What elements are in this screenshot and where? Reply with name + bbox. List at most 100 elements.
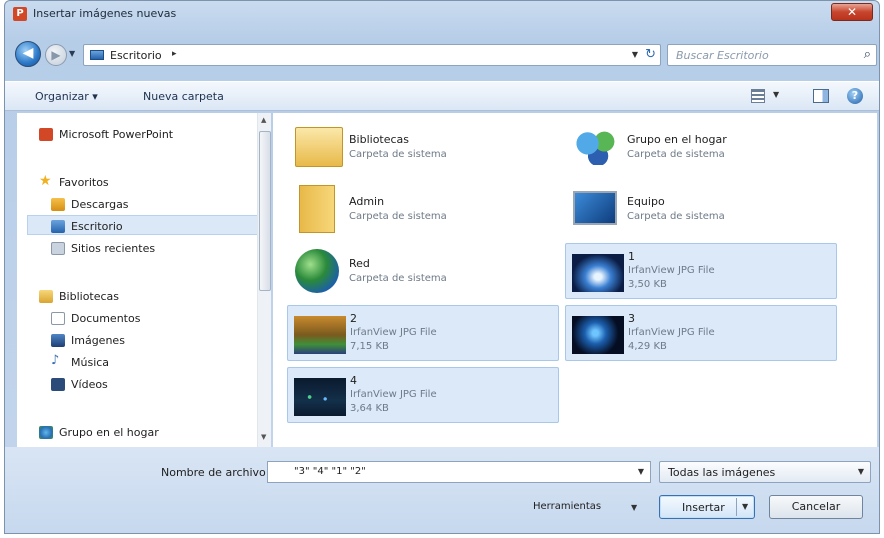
- search-placeholder: Buscar Escritorio: [676, 49, 769, 62]
- file-type: Carpeta de sistema: [627, 149, 725, 160]
- file-name: Red: [349, 257, 370, 270]
- file-type: Carpeta de sistema: [349, 273, 447, 284]
- powerpoint-app-icon: P: [13, 7, 27, 21]
- desktop-icon: [51, 220, 65, 233]
- file-type: Carpeta de sistema: [349, 149, 447, 160]
- dialog-title: Insertar imágenes nuevas: [33, 7, 177, 20]
- nav-item-label: Música: [71, 356, 110, 369]
- file-type: Carpeta de sistema: [627, 211, 725, 222]
- refresh-icon[interactable]: ↻: [645, 47, 656, 62]
- downloads-icon: [51, 198, 65, 211]
- file-type-filter-value: Todas las imágenes: [668, 466, 776, 479]
- navigation-row: ◀ ▶ ▼ Escritorio ▸ ▼ ↻ Buscar Escritorio…: [5, 39, 879, 69]
- nav-item-label: Favoritos: [59, 176, 109, 189]
- filename-label: Nombre de archivo:: [161, 466, 270, 479]
- help-icon[interactable]: ?: [847, 88, 863, 104]
- nav-item-label: Documentos: [71, 312, 141, 325]
- documents-icon: [51, 312, 65, 325]
- file-item-admin[interactable]: Admin Carpeta de sistema: [287, 181, 559, 237]
- star-icon: ★: [39, 173, 52, 189]
- scroll-up-arrow[interactable]: ▲: [261, 116, 266, 124]
- file-type: Carpeta de sistema: [349, 211, 447, 222]
- insert-options-dropdown[interactable]: ▼: [742, 502, 748, 511]
- change-view-icon[interactable]: [751, 89, 765, 103]
- filename-history-dropdown[interactable]: ▼: [638, 467, 644, 476]
- file-size: 3,64 KB: [350, 403, 389, 414]
- file-name: 3: [628, 312, 635, 325]
- tools-button[interactable]: Herramientas: [533, 501, 601, 512]
- file-size: 4,29 KB: [628, 341, 667, 352]
- cancel-button[interactable]: Cancelar: [769, 495, 863, 519]
- file-item-equipo[interactable]: Equipo Carpeta de sistema: [565, 181, 837, 237]
- split-divider: [736, 498, 737, 516]
- file-item-1[interactable]: 1 IrfanView JPG File 3,50 KB: [565, 243, 837, 299]
- file-item-2[interactable]: 2 IrfanView JPG File 7,15 KB: [287, 305, 559, 361]
- recent-pages-dropdown[interactable]: ▼: [69, 49, 75, 58]
- views-dropdown[interactable]: ▼: [773, 90, 779, 99]
- preview-pane-icon[interactable]: [813, 89, 829, 103]
- nav-item-label: Bibliotecas: [59, 290, 120, 303]
- nav-item-label: Escritorio: [71, 220, 123, 233]
- image-thumbnail: [572, 254, 624, 292]
- nav-item-label: Microsoft PowerPoint: [59, 128, 174, 141]
- file-item-4[interactable]: 4 IrfanView JPG File 3,64 KB: [287, 367, 559, 423]
- scroll-thumb[interactable]: [259, 131, 271, 291]
- pictures-icon: [51, 334, 65, 347]
- filename-input[interactable]: "3" "4" "1" "2" ▼: [267, 461, 651, 483]
- insert-button-label: Insertar: [682, 501, 725, 514]
- network-icon: [295, 249, 339, 293]
- videos-icon: [51, 378, 65, 391]
- tools-dropdown-arrow[interactable]: ▼: [631, 503, 637, 512]
- recent-places-icon: [51, 242, 65, 255]
- homegroup-icon: [575, 129, 617, 165]
- search-icon[interactable]: ⌕: [864, 47, 871, 62]
- dialog-footer: Nombre de archivo: "3" "4" "1" "2" ▼ Tod…: [5, 447, 879, 533]
- command-bar: Organizar ▾ Nueva carpeta ▼ ?: [5, 81, 879, 111]
- image-thumbnail: [294, 378, 346, 416]
- music-icon: ♪: [51, 353, 60, 368]
- filename-value[interactable]: "3" "4" "1" "2": [294, 466, 366, 477]
- chevron-right-icon[interactable]: ▸: [172, 49, 177, 59]
- computer-icon: [573, 191, 617, 225]
- insert-pictures-dialog: P Insertar imágenes nuevas ✕ ◀ ▶ ▼ Escri…: [4, 0, 880, 534]
- file-type: IrfanView JPG File: [628, 265, 715, 276]
- file-list: Bibliotecas Carpeta de sistema Grupo en …: [273, 113, 877, 447]
- nav-item-label: Vídeos: [71, 378, 108, 391]
- navigation-pane: Microsoft PowerPoint ★ Favoritos Descarg…: [17, 113, 271, 447]
- file-name: Admin: [349, 195, 385, 208]
- chevron-down-icon[interactable]: ▼: [858, 467, 864, 476]
- address-history-dropdown[interactable]: ▼: [632, 50, 638, 59]
- close-button[interactable]: ✕: [831, 3, 873, 21]
- nav-item-label: Imágenes: [71, 334, 125, 347]
- back-button[interactable]: ◀: [15, 41, 41, 67]
- homegroup-icon: [39, 426, 53, 439]
- insert-button[interactable]: Insertar ▼: [659, 495, 755, 519]
- new-folder-button[interactable]: Nueva carpeta: [143, 90, 224, 103]
- search-input[interactable]: Buscar Escritorio ⌕: [667, 44, 877, 66]
- file-item-grupo-hogar[interactable]: Grupo en el hogar Carpeta de sistema: [565, 119, 837, 175]
- file-name: 2: [350, 312, 357, 325]
- file-name: Equipo: [627, 195, 665, 208]
- file-item-3[interactable]: 3 IrfanView JPG File 4,29 KB: [565, 305, 837, 361]
- address-bar[interactable]: Escritorio ▸ ▼ ↻: [83, 44, 661, 66]
- file-name: Grupo en el hogar: [627, 133, 727, 146]
- nav-scrollbar[interactable]: ▲ ▼: [257, 113, 271, 447]
- desktop-icon: [90, 50, 104, 60]
- file-size: 7,15 KB: [350, 341, 389, 352]
- libraries-folder-icon: [295, 127, 343, 167]
- title-bar: P Insertar imágenes nuevas ✕: [5, 1, 879, 27]
- powerpoint-icon: [39, 128, 53, 141]
- nav-item-label: Grupo en el hogar: [59, 426, 159, 439]
- file-item-red[interactable]: Red Carpeta de sistema: [287, 243, 559, 299]
- file-item-bibliotecas[interactable]: Bibliotecas Carpeta de sistema: [287, 119, 559, 175]
- file-type: IrfanView JPG File: [628, 327, 715, 338]
- nav-item-label: Sitios recientes: [71, 242, 156, 255]
- scroll-down-arrow[interactable]: ▼: [261, 433, 266, 441]
- image-thumbnail: [294, 316, 346, 354]
- organize-button[interactable]: Organizar ▾: [35, 90, 98, 103]
- file-name: 1: [628, 250, 635, 263]
- address-location[interactable]: Escritorio: [110, 49, 162, 62]
- file-type-filter[interactable]: Todas las imágenes ▼: [659, 461, 871, 483]
- forward-button[interactable]: ▶: [45, 44, 67, 66]
- file-type: IrfanView JPG File: [350, 389, 437, 400]
